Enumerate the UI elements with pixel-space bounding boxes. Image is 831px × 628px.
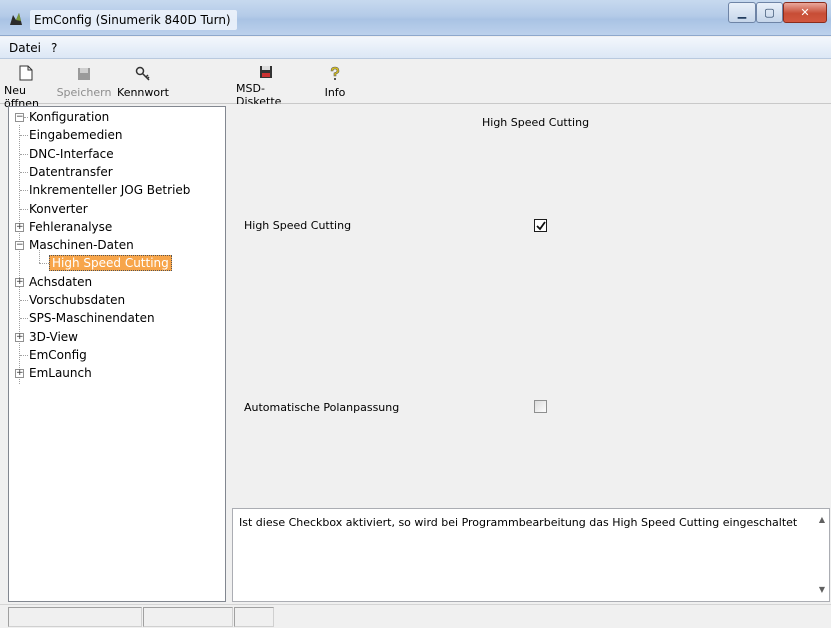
description-box[interactable]: Ist diese Checkbox aktiviert, so wird be…: [232, 508, 830, 602]
tree-node-inkrementeller-jog-betrieb[interactable]: Inkrementeller JOG Betrieb: [29, 181, 190, 199]
info-label: Info: [324, 86, 346, 99]
menu-bar: Datei ?: [0, 37, 831, 59]
toolbar: Neu öffnen Speichern Kennwort MSD-Disket…: [0, 60, 831, 110]
tree-node-datentransfer[interactable]: Datentransfer: [29, 163, 113, 181]
scroll-up-icon[interactable]: ▲: [817, 515, 827, 525]
maximize-icon: ▢: [764, 6, 775, 19]
diskette-icon: [257, 65, 275, 79]
title-bar: EmConfig (Sinumerik 840D Turn) ▁ ▢ ✕: [0, 0, 831, 36]
info-icon: [326, 65, 344, 83]
tree-node-dnc-interface[interactable]: DNC-Interface: [29, 145, 114, 163]
option-label-high-speed-cutting: High Speed Cutting: [244, 219, 352, 232]
minimize-icon: ▁: [737, 6, 747, 19]
configuration-tree[interactable]: − Konfiguration Eingabemedien DNC-Interfa…: [8, 106, 226, 602]
expand-icon[interactable]: +: [15, 369, 24, 379]
tree-node-eingabemedien[interactable]: Eingabemedien: [29, 126, 123, 144]
close-icon: ✕: [800, 6, 810, 19]
expand-icon[interactable]: +: [15, 277, 24, 287]
maximize-button[interactable]: ▢: [756, 2, 783, 23]
checkmark-icon: [535, 220, 546, 230]
save-button[interactable]: Speichern: [57, 62, 111, 100]
status-cell-3: [234, 607, 274, 627]
close-button[interactable]: ✕: [783, 2, 827, 23]
description-text: Ist diese Checkbox aktiviert, so wird be…: [239, 516, 798, 529]
new-open-button[interactable]: Neu öffnen: [4, 62, 48, 110]
document-icon: [17, 65, 35, 81]
tree-node-achsdaten[interactable]: Achsdaten: [29, 273, 92, 291]
key-icon: [134, 65, 152, 83]
window-title: EmConfig (Sinumerik 840D Turn): [30, 10, 237, 30]
option-label-polanpassung: Automatische Polanpassung: [244, 401, 400, 414]
tree-node-emconfig[interactable]: EmConfig: [29, 346, 87, 364]
polanpassung-checkbox[interactable]: [534, 400, 547, 413]
menu-datei[interactable]: Datei: [4, 38, 46, 58]
tree-node-emlaunch[interactable]: EmLaunch: [29, 364, 92, 382]
settings-panel: High Speed Cutting High Speed Cutting Au…: [228, 104, 831, 602]
password-button[interactable]: Kennwort: [117, 62, 169, 100]
tree-node-maschinen-daten[interactable]: Maschinen-Daten: [29, 236, 134, 254]
expand-icon[interactable]: +: [15, 222, 24, 232]
info-button[interactable]: Info: [320, 62, 350, 100]
collapse-icon[interactable]: −: [15, 113, 24, 122]
save-icon: [75, 65, 93, 83]
tree-node-vorschubsdaten[interactable]: Vorschubsdaten: [29, 291, 125, 309]
status-cell-1: [8, 607, 142, 627]
app-icon: [10, 13, 22, 25]
status-bar: [0, 604, 831, 628]
tree-node-konverter[interactable]: Konverter: [29, 200, 88, 218]
minimize-button[interactable]: ▁: [728, 2, 756, 23]
tree-node-sps-maschinendaten[interactable]: SPS-Maschinendaten: [29, 309, 155, 327]
msd-diskette-button[interactable]: MSD-Diskette: [236, 62, 296, 108]
panel-title: High Speed Cutting: [482, 116, 590, 129]
tree-node-high-speed-cutting[interactable]: High Speed Cutting: [49, 254, 172, 272]
menu-help[interactable]: ?: [46, 38, 62, 58]
password-label: Kennwort: [117, 86, 169, 99]
save-label: Speichern: [56, 86, 112, 99]
high-speed-cutting-checkbox[interactable]: [534, 219, 547, 232]
tree-node-3d-view[interactable]: 3D-View: [29, 328, 78, 346]
tree-node-fehleranalyse[interactable]: Fehleranalyse: [29, 218, 112, 236]
scroll-down-icon[interactable]: ▼: [817, 585, 827, 595]
expand-icon[interactable]: +: [15, 332, 24, 342]
tree-node-konfiguration[interactable]: Konfiguration: [29, 108, 109, 126]
status-cell-2: [143, 607, 233, 627]
collapse-icon[interactable]: −: [15, 241, 24, 251]
